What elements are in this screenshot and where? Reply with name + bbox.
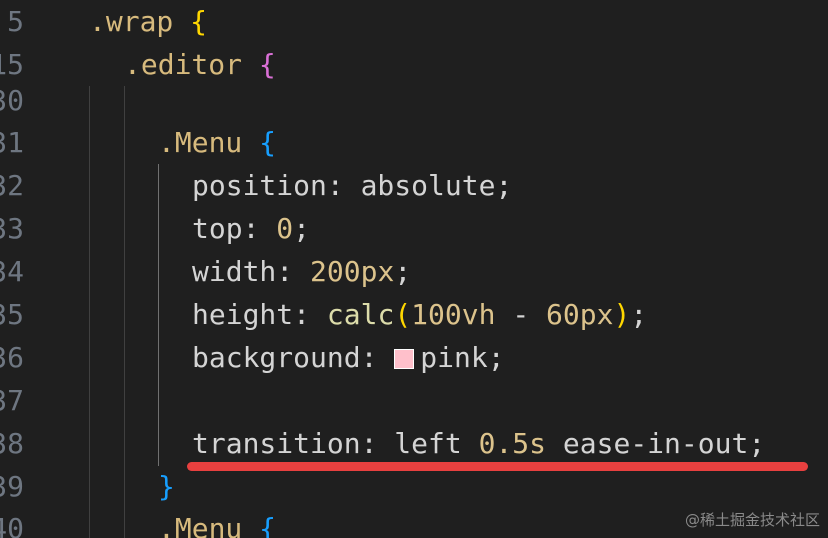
line-number: 34 — [0, 255, 24, 288]
token: ; — [394, 255, 412, 288]
code-text: transition: left 0.5s ease-in-out; — [192, 422, 765, 465]
token: pink — [420, 341, 488, 374]
code-text: top: 0; — [192, 207, 310, 250]
line-number: 38 — [0, 427, 24, 460]
code-text: background: pink; — [192, 336, 505, 379]
token: { — [259, 126, 277, 159]
token: left — [394, 427, 462, 460]
token: : — [326, 169, 361, 202]
line-number: 30 — [0, 84, 24, 117]
token: 0.5s — [478, 427, 547, 460]
line-number: 40 — [0, 512, 24, 538]
line-number: 32 — [0, 169, 24, 202]
token: .editor — [124, 48, 243, 81]
code-text: } — [158, 465, 175, 508]
token: calc — [326, 298, 395, 331]
indent-guide-wrap — [89, 86, 90, 538]
token: 0 — [276, 212, 294, 245]
token: 100vh — [411, 298, 496, 331]
token: ; — [487, 341, 505, 374]
token: ease-in-out — [562, 427, 749, 460]
indent-guide-menu — [158, 164, 159, 466]
line-number: 39 — [0, 470, 24, 503]
line-number: 36 — [0, 341, 24, 374]
token: .Menu — [158, 512, 243, 538]
token: } — [158, 470, 175, 503]
token: ) — [613, 298, 631, 331]
token: absolute — [360, 169, 496, 202]
token: top — [192, 212, 243, 245]
token: height — [192, 298, 294, 331]
code-editor[interactable]: 5.wrap {15.editor {3031.Menu {32position… — [0, 0, 828, 538]
line-number: 31 — [0, 126, 24, 159]
code-text: .Menu { — [158, 121, 276, 164]
token: : — [242, 212, 277, 245]
color-swatch-icon[interactable] — [394, 349, 415, 369]
token: .Menu — [158, 126, 243, 159]
line-number: 35 — [0, 298, 24, 331]
code-text: position: absolute; — [192, 164, 512, 207]
token: : — [360, 341, 395, 374]
code-text: width: 200px; — [192, 250, 411, 293]
token: ; — [495, 169, 513, 202]
red-underline-annotation — [187, 462, 808, 471]
line-number: 37 — [0, 384, 24, 417]
token: { — [258, 48, 276, 81]
indent-guide-editor — [124, 86, 125, 538]
line-number: 33 — [0, 212, 24, 245]
token: { — [190, 5, 208, 38]
watermark: @稀土掘金技术社区 — [684, 511, 820, 529]
token: ; — [630, 298, 648, 331]
token: - — [495, 298, 547, 331]
token: width — [192, 255, 277, 288]
token: transition — [192, 427, 361, 460]
code-text: .wrap { — [89, 0, 207, 43]
token: ( — [394, 298, 412, 331]
token: : — [276, 255, 311, 288]
code-text: height: calc(100vh - 60px); — [192, 293, 647, 336]
token: ; — [748, 427, 766, 460]
token: ; — [293, 212, 311, 245]
token: .wrap — [89, 5, 174, 38]
token: position — [192, 169, 327, 202]
token: : — [360, 427, 395, 460]
token: 60px — [546, 298, 614, 331]
token: 200px — [310, 255, 395, 288]
line-number: 5 — [7, 5, 24, 38]
token: background — [192, 341, 361, 374]
token: : — [293, 298, 327, 331]
token: { — [259, 512, 277, 538]
code-text: .Menu { — [158, 507, 276, 538]
code-line[interactable]: 5 .wrap { — [0, 0, 828, 43]
